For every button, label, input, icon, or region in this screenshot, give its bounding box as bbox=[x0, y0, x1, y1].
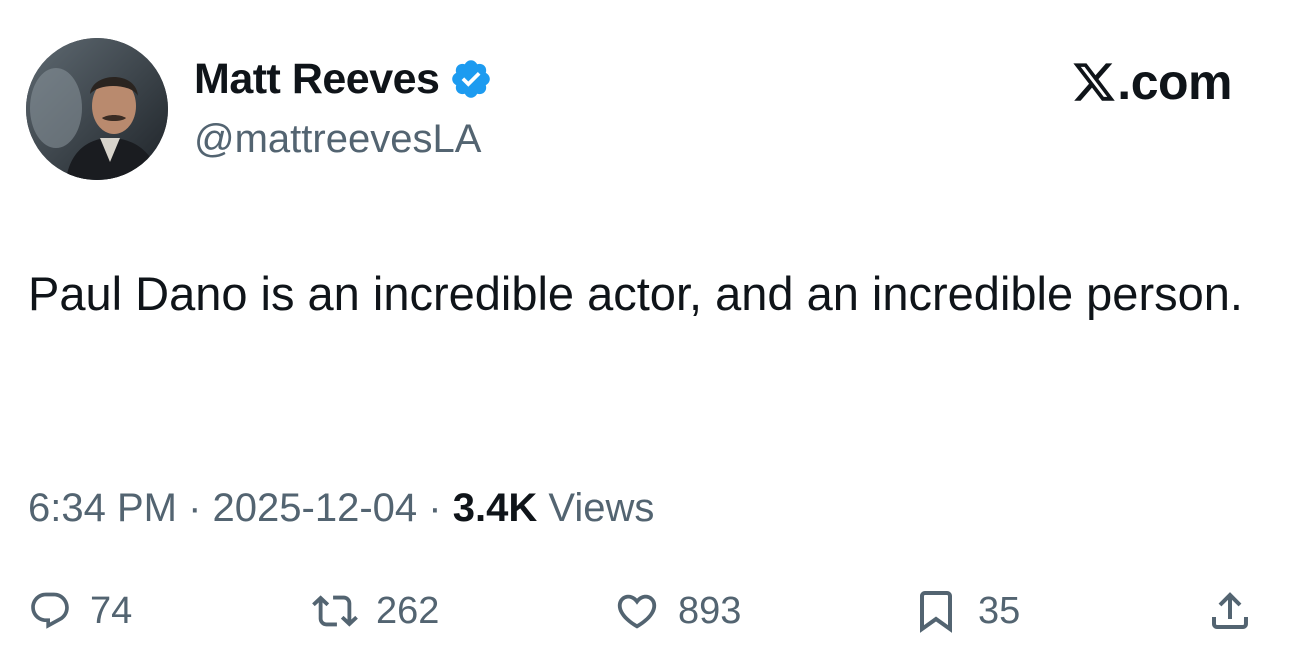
like-button[interactable]: 893 bbox=[614, 580, 741, 642]
brand-logo: .com bbox=[1071, 52, 1232, 112]
tweet-metadata: 6:34 PM · 2025-12-04 · 3.4K Views bbox=[28, 482, 654, 534]
share-icon bbox=[1206, 587, 1254, 635]
heart-icon bbox=[614, 588, 660, 634]
meta-separator: · bbox=[188, 486, 202, 530]
tweet-time[interactable]: 6:34 PM bbox=[28, 486, 177, 530]
retweet-count: 262 bbox=[376, 589, 440, 632]
avatar[interactable] bbox=[26, 38, 168, 180]
retweet-icon bbox=[312, 588, 358, 634]
views-count: 3.4K bbox=[452, 486, 538, 530]
x-logo-icon bbox=[1071, 59, 1117, 105]
action-bar: 74 262 893 35 bbox=[0, 580, 1290, 642]
tweet-card: Matt Reeves @mattreevesLA .com Paul Dano… bbox=[0, 0, 1290, 657]
tweet-text: Paul Dano is an incredible actor, and an… bbox=[28, 267, 1243, 320]
bookmark-count: 35 bbox=[978, 589, 1021, 632]
verified-badge-icon bbox=[449, 57, 493, 101]
like-count: 893 bbox=[678, 589, 742, 632]
reply-button[interactable]: 74 bbox=[28, 580, 132, 642]
reply-icon bbox=[28, 589, 72, 633]
views-label: Views bbox=[548, 486, 655, 530]
bookmark-button[interactable]: 35 bbox=[912, 580, 1020, 642]
author-display-name[interactable]: Matt Reeves bbox=[194, 54, 440, 104]
tweet-date[interactable]: 2025-12-04 bbox=[213, 486, 418, 530]
reply-count: 74 bbox=[90, 589, 133, 632]
author-handle[interactable]: @mattreevesLA bbox=[194, 114, 481, 164]
share-button[interactable] bbox=[1206, 580, 1254, 642]
author-name-row: Matt Reeves bbox=[194, 54, 493, 104]
bookmark-icon bbox=[912, 587, 960, 635]
brand-domain-label: .com bbox=[1117, 54, 1232, 110]
meta-separator: · bbox=[428, 486, 442, 530]
retweet-button[interactable]: 262 bbox=[312, 580, 439, 642]
